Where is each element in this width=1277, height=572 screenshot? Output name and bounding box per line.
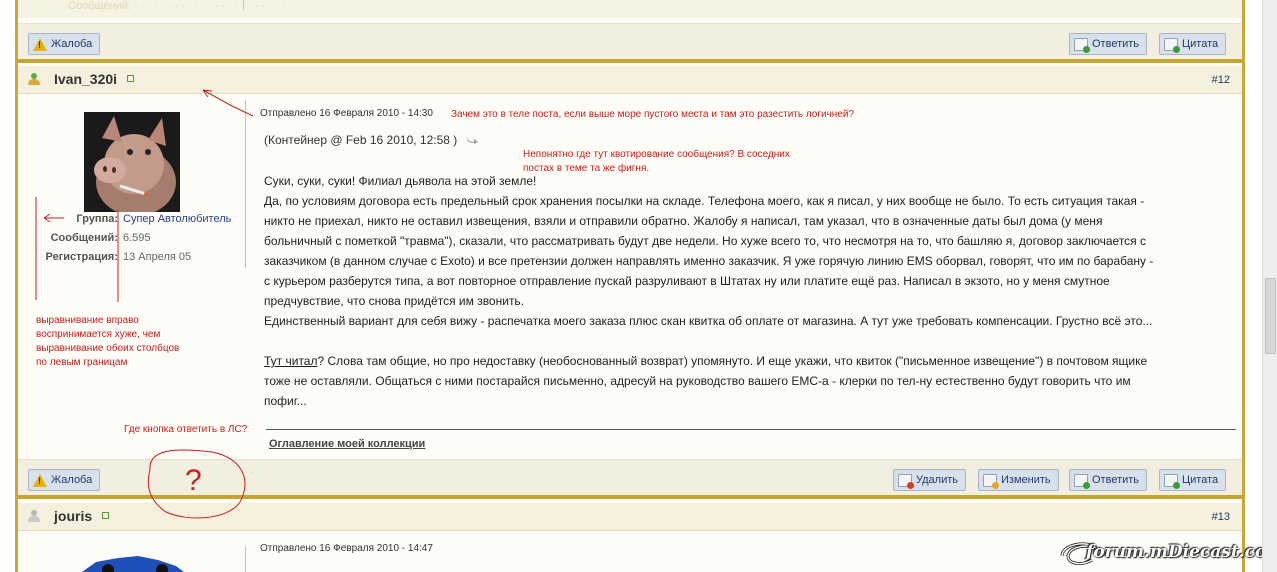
vertical-scrollbar[interactable] [1262,0,1277,572]
scrollbar-thumb[interactable] [1265,278,1276,354]
watermark-logo: forum.mDiecast.com [1058,536,1277,572]
annotation-drawings: ? [35,89,254,519]
page: Сообщений: · · · · · · · · · · · · · · ·… [0,0,1277,572]
annotation-question-mark: ? [185,464,202,497]
watermark-text: forum.mDiecast.com [1086,542,1277,562]
